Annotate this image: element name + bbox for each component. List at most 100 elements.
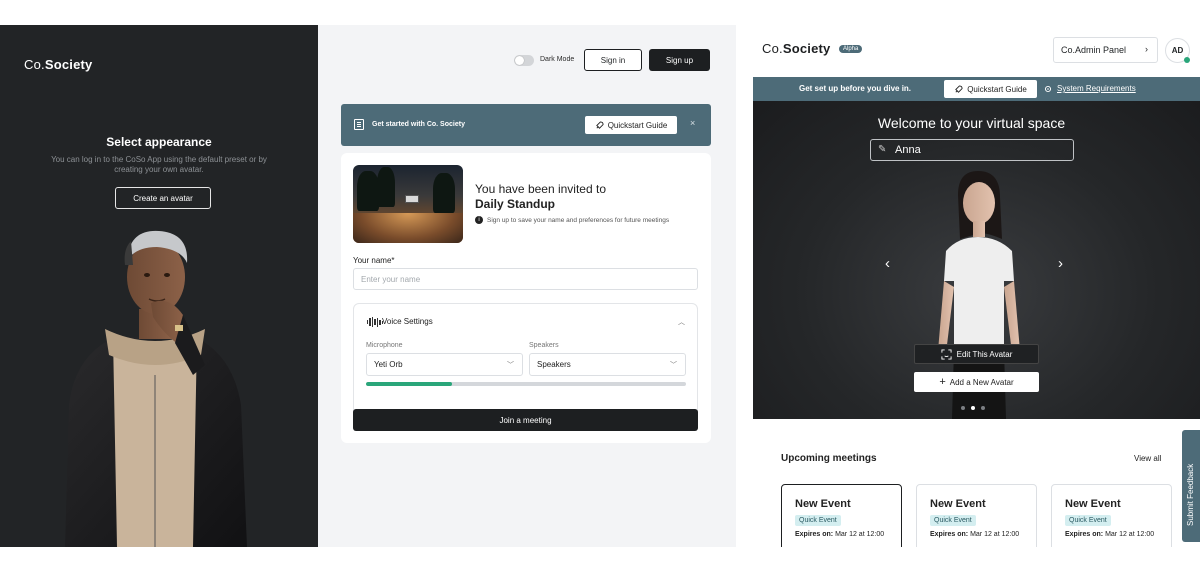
avatar-stage: Welcome to your virtual space ✎ Anna ‹ ›… xyxy=(753,101,1200,419)
dark-mode-toggle[interactable] xyxy=(514,55,534,66)
chevron-right-icon: › xyxy=(1145,44,1148,54)
meeting-title: New Event xyxy=(795,498,851,510)
create-avatar-button[interactable]: Create an avatar xyxy=(115,187,211,209)
carousel-dot[interactable] xyxy=(961,406,965,410)
male-avatar-illustration xyxy=(65,230,247,547)
tree-shape xyxy=(433,173,455,213)
join-meeting-panel: Dark Mode Sign in Sign up Get started wi… xyxy=(318,25,736,547)
quickstart-guide-button[interactable]: Quickstart Guide xyxy=(944,80,1037,98)
setup-banner: Get set up before you dive in. Quickstar… xyxy=(753,77,1200,101)
logo-co: Co. xyxy=(24,57,45,72)
coso-logo: Co.Society xyxy=(762,41,831,56)
speakers-select[interactable]: Speakers ﹀ xyxy=(529,353,686,376)
virtual-space-dashboard: Co.Society Alpha Co.Admin Panel › AD Get… xyxy=(753,25,1200,547)
microphone-value: Yeti Orb xyxy=(374,360,403,369)
add-avatar-button[interactable]: + Add a New Avatar xyxy=(914,372,1039,392)
logo-co: Co. xyxy=(762,41,783,56)
avatar-selection-panel: Co.Society Select appearance You can log… xyxy=(0,25,318,547)
gear-icon xyxy=(1044,85,1052,93)
face-scan-icon xyxy=(941,348,952,360)
next-avatar-icon[interactable]: › xyxy=(1058,255,1063,272)
expiry-label: Expires on: xyxy=(930,531,969,538)
previous-avatar-icon[interactable]: ‹ xyxy=(885,255,890,272)
mic-level-fill xyxy=(366,382,453,386)
pencil-icon: ✎ xyxy=(878,144,887,155)
sign-in-button[interactable]: Sign in xyxy=(584,49,642,71)
welcome-title: Welcome to your virtual space xyxy=(877,115,1066,131)
document-icon xyxy=(354,119,364,130)
presentation-screen xyxy=(405,195,419,203)
get-started-text: Get started with Co. Society xyxy=(372,121,465,128)
expiry-value: Mar 12 at 12:00 xyxy=(970,531,1020,538)
invitation-card: You have been invited to Daily Standup i… xyxy=(341,153,711,443)
upcoming-meetings-title: Upcoming meetings xyxy=(781,453,877,464)
view-all-link[interactable]: View all xyxy=(1134,454,1161,463)
close-icon[interactable]: × xyxy=(690,118,695,128)
tree-shape xyxy=(377,167,395,207)
quickstart-guide-button[interactable]: Quickstart Guide xyxy=(585,116,677,134)
info-text: Sign up to save your name and preference… xyxy=(487,217,670,224)
submit-feedback-tab[interactable]: Submit Feedback xyxy=(1182,430,1200,542)
info-icon: i xyxy=(475,216,483,224)
add-avatar-label: Add a New Avatar xyxy=(949,377,1014,387)
expiry-value: Mar 12 at 12:00 xyxy=(1105,531,1155,538)
invite-text: You have been invited to xyxy=(475,182,606,196)
meeting-expiry: Expires on: Mar 12 at 12:00 xyxy=(795,531,884,538)
microphone-select[interactable]: Yeti Orb ﹀ xyxy=(366,353,523,376)
quickstart-guide-label: Quickstart Guide xyxy=(607,120,668,130)
online-status-dot xyxy=(1184,57,1190,63)
sign-up-button[interactable]: Sign up xyxy=(649,49,710,71)
meeting-title: New Event xyxy=(930,498,986,510)
mic-level-meter xyxy=(366,382,686,386)
setup-text: Get set up before you dive in. xyxy=(799,84,912,93)
meeting-title: New Event xyxy=(1065,498,1121,510)
edit-avatar-label: Edit This Avatar xyxy=(956,349,1013,359)
microphone-label: Microphone xyxy=(366,342,403,349)
alpha-badge: Alpha xyxy=(839,45,863,53)
name-label: Your name* xyxy=(353,256,395,265)
carousel-dots xyxy=(961,406,985,410)
system-requirements-link[interactable]: System Requirements xyxy=(1057,84,1136,93)
meeting-card[interactable]: New Event Quick Event Expires on: Mar 12… xyxy=(1051,484,1172,547)
carousel-dot[interactable] xyxy=(971,406,975,410)
voice-settings-title: Voice Settings xyxy=(382,317,433,326)
virtual-space-thumbnail xyxy=(353,165,463,243)
meeting-card[interactable]: New Event Quick Event Expires on: Mar 12… xyxy=(916,484,1037,547)
speakers-value: Speakers xyxy=(537,360,571,369)
edit-avatar-button[interactable]: Edit This Avatar xyxy=(914,344,1039,364)
meeting-type-badge: Quick Event xyxy=(795,515,841,526)
carousel-dot[interactable] xyxy=(981,406,985,410)
rocket-icon xyxy=(595,120,604,129)
chevron-down-icon: ﹀ xyxy=(670,362,677,369)
plus-icon: + xyxy=(939,376,946,388)
quickstart-guide-label: Quickstart Guide xyxy=(967,84,1027,94)
logo-society: Society xyxy=(782,41,831,56)
admin-panel-button[interactable]: Co.Admin Panel › xyxy=(1053,37,1158,63)
dark-mode-label: Dark Mode xyxy=(540,56,575,63)
name-input[interactable] xyxy=(353,268,698,290)
voice-settings-section: Voice Settings ︿ Microphone Speakers Yet… xyxy=(353,303,698,425)
expiry-label: Expires on: xyxy=(795,531,834,538)
meeting-type-badge: Quick Event xyxy=(930,515,976,526)
meeting-expiry: Expires on: Mar 12 at 12:00 xyxy=(1065,531,1154,538)
join-meeting-button[interactable]: Join a meeting xyxy=(353,409,698,431)
admin-panel-label: Co.Admin Panel xyxy=(1061,45,1127,55)
logo-society: Society xyxy=(44,57,93,72)
get-started-banner: Get started with Co. Society Quickstart … xyxy=(341,104,711,146)
expiry-value: Mar 12 at 12:00 xyxy=(835,531,885,538)
speakers-label: Speakers xyxy=(529,342,559,349)
meeting-name: Daily Standup xyxy=(475,197,556,211)
chevron-up-icon[interactable]: ︿ xyxy=(678,317,685,327)
rocket-icon xyxy=(955,84,963,93)
lit-floor xyxy=(353,213,463,243)
select-appearance-title: Select appearance xyxy=(106,135,212,149)
avatar-name-value: Anna xyxy=(895,144,921,156)
select-appearance-subtitle: You can log in to the CoSo App using the… xyxy=(51,155,267,174)
meeting-card[interactable]: New Event Quick Event Expires on: Mar 12… xyxy=(781,484,902,547)
expiry-label: Expires on: xyxy=(1065,531,1104,538)
meeting-type-badge: Quick Event xyxy=(1065,515,1111,526)
avatar-name-field[interactable]: ✎ Anna xyxy=(870,139,1074,161)
submit-feedback-label: Submit Feedback xyxy=(1186,463,1195,526)
chevron-down-icon: ﹀ xyxy=(507,362,514,369)
sound-wave-icon xyxy=(367,317,384,327)
